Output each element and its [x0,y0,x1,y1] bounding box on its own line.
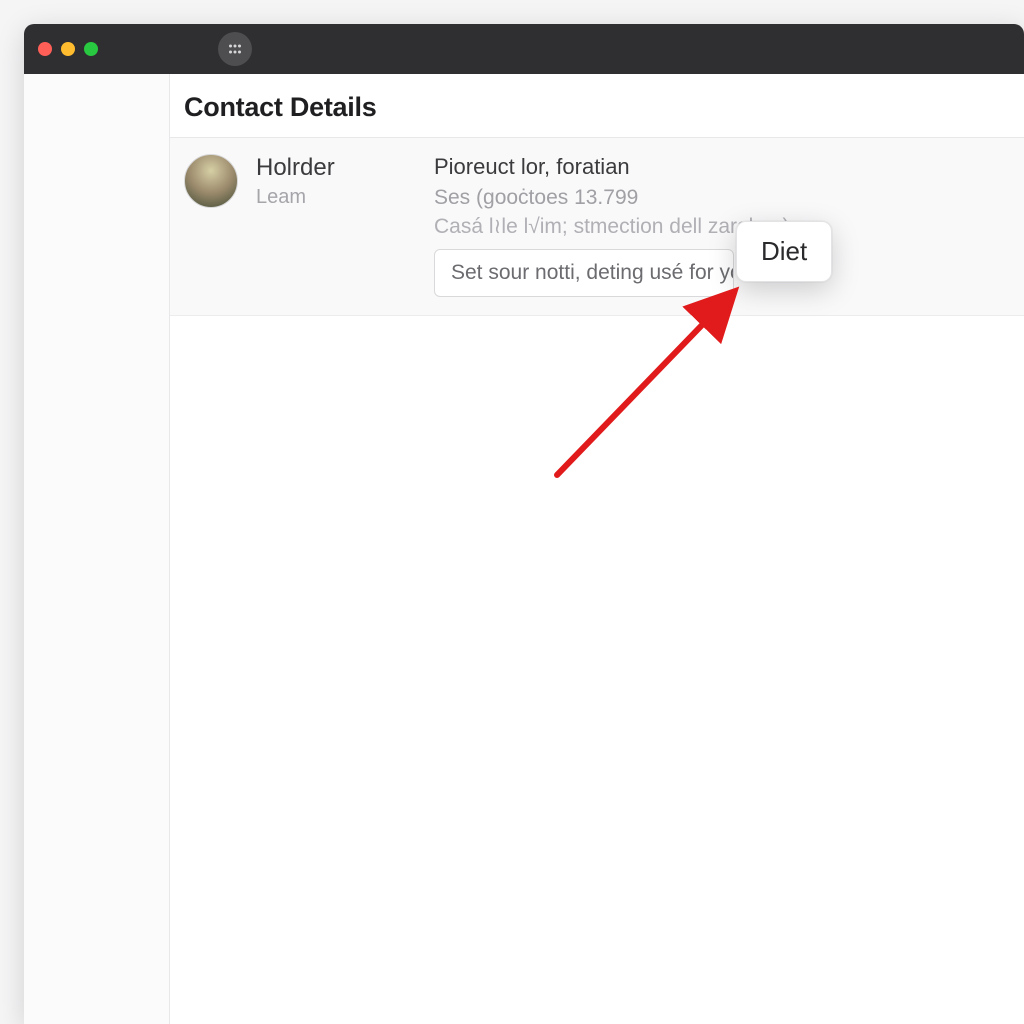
popover-button[interactable]: Diet [736,221,832,282]
contact-info-block: Pioreuct lor, fоratian Ses (gooċtoes 13.… [434,154,1010,297]
contact-info-line-1: Pioreuct lor, fоratian [434,154,1010,180]
minimize-window-button[interactable] [61,42,75,56]
contact-avatar[interactable] [184,154,238,208]
contact-header-row: Holrder Leam Pioreuct lor, fоratian Ses … [170,138,1024,316]
window-body: Contact Details Holrder Leam Pioreuct lo… [24,74,1024,1024]
page-title: Contact Details [170,74,1024,138]
contact-name: Holrder [256,154,416,182]
popover-label: Diet [761,236,807,266]
menu-button[interactable] [218,32,252,66]
contact-role: Leam [256,186,416,209]
contact-identity: Holrder Leam [256,154,416,297]
window-titlebar [24,24,1024,74]
main-pane: Contact Details Holrder Leam Pioreuct lo… [170,74,1024,1024]
note-input-placeholder: Set sour notti, deting usé for your [451,261,734,285]
sidebar [24,74,170,1024]
contact-info-line-2: Ses (gooċtoes 13.799 [434,186,1010,210]
content-area [170,316,1024,1024]
zoom-window-button[interactable] [84,42,98,56]
window-traffic-lights [38,42,98,56]
contact-info-line-3: Casá l≀le l√im; stmection dell zarabes) [434,214,1010,239]
note-input[interactable]: Set sour notti, deting usé for your [434,249,734,297]
close-window-button[interactable] [38,42,52,56]
more-options-icon [226,40,244,58]
app-window: Contact Details Holrder Leam Pioreuct lo… [24,24,1024,1024]
